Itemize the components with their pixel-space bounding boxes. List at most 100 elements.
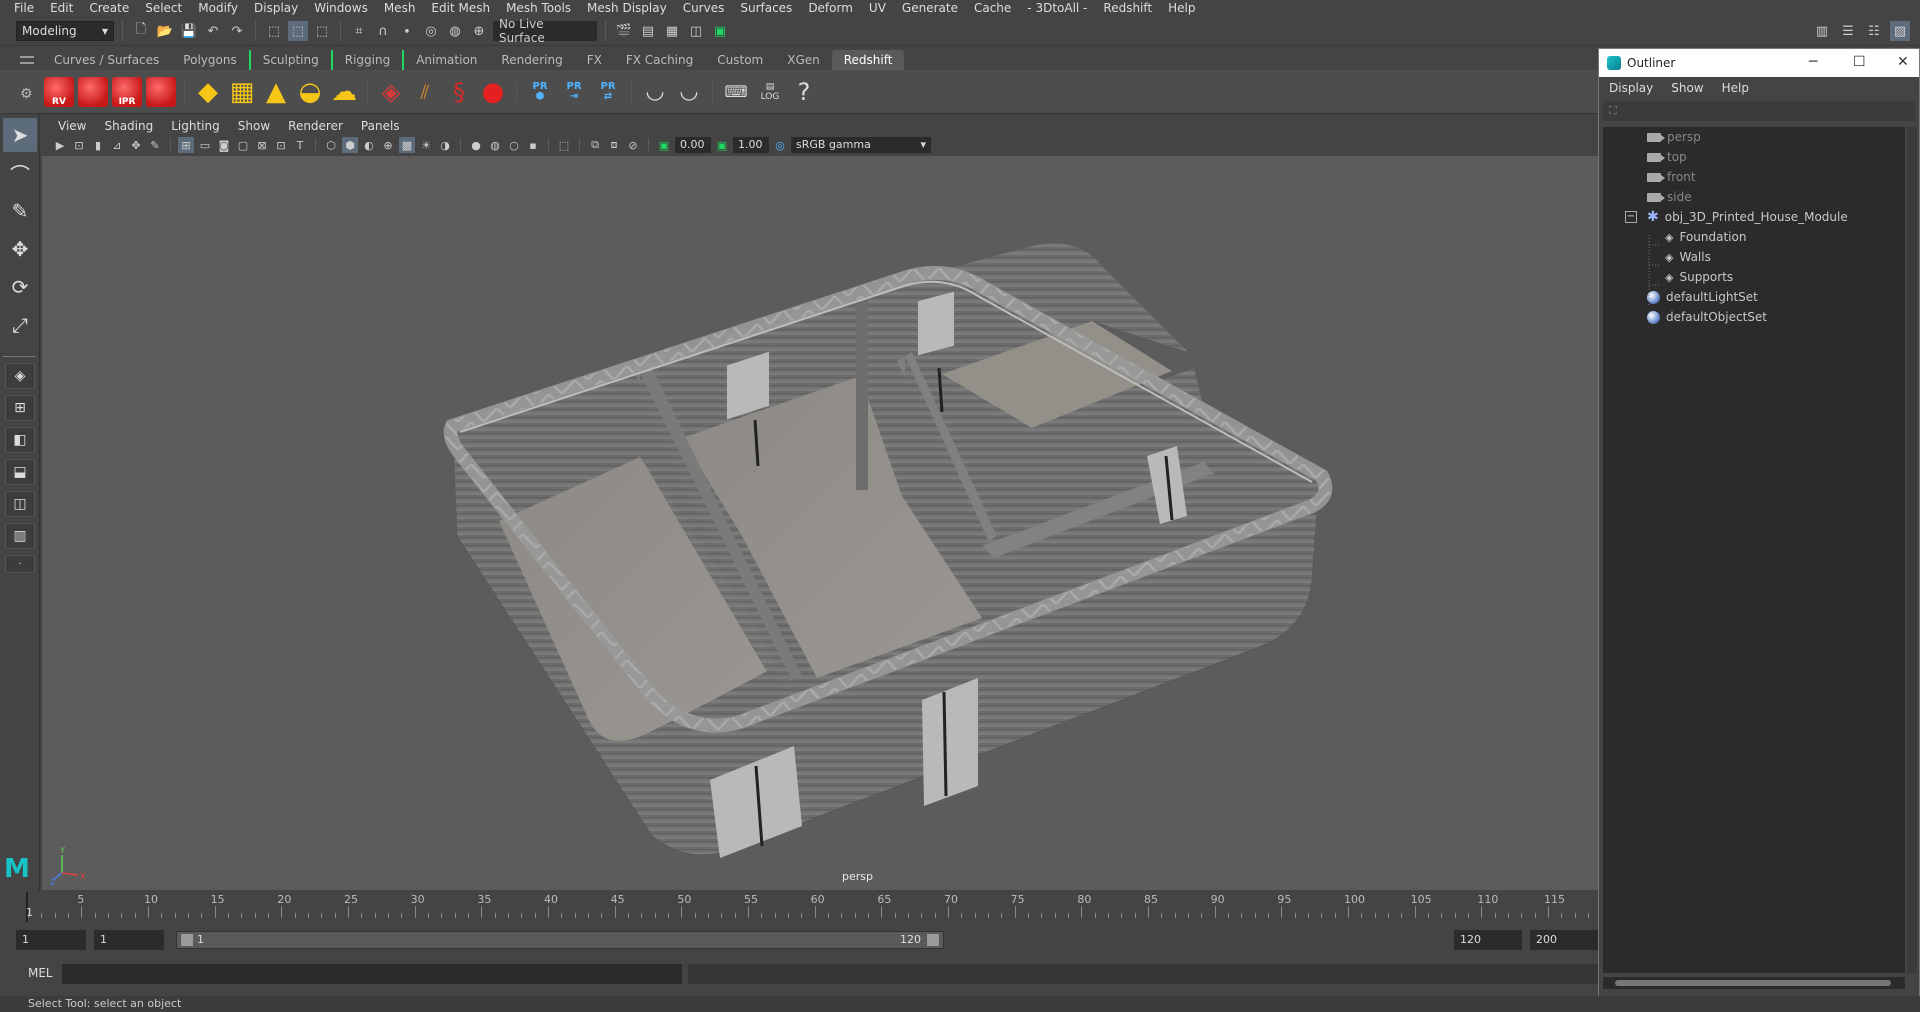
snap-view-icon[interactable]: ◎: [421, 21, 441, 41]
field-chart-icon[interactable]: ⊠: [254, 137, 270, 153]
outliner-item-persp[interactable]: persp: [1603, 127, 1905, 147]
menu-mesh-tools[interactable]: Mesh Tools: [498, 0, 579, 17]
isolate-select-icon[interactable]: ⬚: [556, 137, 572, 153]
viewport-menu-view[interactable]: View: [50, 118, 94, 134]
select-component-icon[interactable]: ⬚: [312, 21, 332, 41]
tool-settings-icon[interactable]: ☷: [1864, 21, 1884, 41]
pr-export-icon[interactable]: PR ⬢: [525, 77, 555, 107]
exposure-field[interactable]: 0.00: [675, 137, 711, 153]
outliner-item-foundation[interactable]: ◈ Foundation: [1603, 227, 1905, 247]
dome-light-icon[interactable]: ◒: [295, 77, 325, 107]
redshift-render-view-icon[interactable]: RV: [44, 76, 74, 107]
viewport-menu-renderer[interactable]: Renderer: [280, 118, 351, 134]
snap-curve-icon[interactable]: ∩: [373, 21, 393, 41]
grease-pencil-icon[interactable]: ✎: [147, 137, 163, 153]
menu-select[interactable]: Select: [137, 0, 190, 17]
hair-icon[interactable]: ⫽: [410, 77, 440, 107]
redo-icon[interactable]: ↷: [227, 21, 247, 41]
persp-outliner-layout-icon[interactable]: ◧: [5, 427, 35, 453]
shadows-icon[interactable]: ◑: [437, 137, 453, 153]
menu-cache[interactable]: Cache: [966, 0, 1019, 17]
wireframe-on-shaded-icon[interactable]: ⊕: [380, 137, 396, 153]
redshift-ipr-icon[interactable]: IPR: [112, 76, 142, 107]
animation-start-field[interactable]: 1: [16, 930, 86, 950]
gamma-field[interactable]: 1.00: [733, 137, 769, 153]
menu-redshift[interactable]: Redshift: [1095, 0, 1160, 17]
persp-graph-layout-icon[interactable]: ⬓: [5, 459, 35, 485]
outliner-item-side[interactable]: side: [1603, 187, 1905, 207]
viewport-panel[interactable]: View Shading Lighting Show Renderer Pane…: [42, 118, 1598, 890]
close-icon[interactable]: ✕: [1897, 54, 1909, 70]
menu-create[interactable]: Create: [81, 0, 137, 17]
custom-layout-icon[interactable]: ·: [5, 555, 35, 573]
menu-curves[interactable]: Curves: [675, 0, 733, 17]
maximize-icon[interactable]: ☐: [1853, 54, 1866, 70]
multisample-aa-icon[interactable]: ○: [506, 137, 522, 153]
four-view-layout-icon[interactable]: ⊞: [5, 395, 35, 421]
collapse-toggle-icon[interactable]: −: [1625, 211, 1637, 223]
command-input[interactable]: [62, 964, 682, 984]
gate-mask-icon[interactable]: ▢: [235, 137, 251, 153]
menu-edit-mesh[interactable]: Edit Mesh: [423, 0, 498, 17]
viewport-menu-shading[interactable]: Shading: [96, 118, 161, 134]
outliner-menu-display[interactable]: Display: [1609, 81, 1653, 95]
outliner-item-top[interactable]: top: [1603, 147, 1905, 167]
use-default-material-icon[interactable]: ◐: [361, 137, 377, 153]
open-scene-icon[interactable]: 📂: [155, 21, 175, 41]
animation-end-field[interactable]: 200: [1530, 930, 1598, 950]
scrollbar-thumb[interactable]: [1615, 980, 1891, 986]
color-management-icon[interactable]: ◎: [772, 137, 788, 153]
redshift-render-icon[interactable]: [78, 76, 108, 107]
safe-action-icon[interactable]: ⊡: [273, 137, 289, 153]
snap-surface-icon[interactable]: ◍: [445, 21, 465, 41]
range-slider-bar[interactable]: 1 120: [176, 931, 944, 949]
two-d-pan-icon[interactable]: ✥: [128, 137, 144, 153]
pr-swap-icon[interactable]: PR ⇄: [593, 77, 623, 107]
outliner-search-field[interactable]: ⛶: [1603, 101, 1915, 121]
resolution-gate-icon[interactable]: ◙: [216, 137, 232, 153]
exposure-toggle-icon[interactable]: ▣: [656, 137, 672, 153]
motion-blur-icon[interactable]: ◍: [487, 137, 503, 153]
tab-polygons[interactable]: Polygons: [171, 50, 248, 70]
sun-sky-icon[interactable]: ☁: [329, 77, 359, 107]
tab-rendering[interactable]: Rendering: [489, 50, 574, 70]
paint-select-icon[interactable]: ✎: [3, 194, 37, 228]
menu-mesh-display[interactable]: Mesh Display: [579, 0, 675, 17]
ies-light-icon[interactable]: ▲: [261, 77, 291, 107]
render-settings-icon[interactable]: ▦: [662, 21, 682, 41]
help-icon[interactable]: ?: [789, 77, 819, 107]
outliner-vertical-scrollbar[interactable]: [1907, 127, 1917, 973]
area-light-icon[interactable]: ◆: [193, 77, 223, 107]
single-perspective-layout-icon[interactable]: ◈: [5, 363, 35, 389]
outliner-titlebar[interactable]: Outliner ─ ☐ ✕: [1599, 49, 1919, 77]
code-editor-icon[interactable]: ⌨: [721, 77, 751, 107]
select-hierarchy-icon[interactable]: ⬚: [264, 21, 284, 41]
ipr-render-icon[interactable]: ▤: [638, 21, 658, 41]
new-scene-icon[interactable]: 🗋: [131, 21, 151, 41]
menu-surfaces[interactable]: Surfaces: [732, 0, 800, 17]
scale-tool-icon[interactable]: ⤢: [3, 308, 37, 342]
portal-light-icon[interactable]: ▦: [227, 77, 257, 107]
gamma-toggle-icon[interactable]: ▣: [714, 137, 730, 153]
minimize-icon[interactable]: ─: [1809, 54, 1817, 70]
outliner-item-default-object-set[interactable]: defaultObjectSet: [1603, 307, 1905, 327]
menu-windows[interactable]: Windows: [306, 0, 376, 17]
attribute-editor-icon[interactable]: ☰: [1838, 21, 1858, 41]
outliner-menu-help[interactable]: Help: [1722, 81, 1749, 95]
xray-active-icon[interactable]: ⧈: [606, 137, 622, 153]
redshift-settings-icon[interactable]: [146, 76, 176, 107]
tab-sculpting[interactable]: Sculpting: [248, 50, 331, 70]
outliner-item-walls[interactable]: ◈ Walls: [1603, 247, 1905, 267]
outliner-layout-icon[interactable]: ▥: [5, 523, 35, 549]
tab-animation[interactable]: Animation: [402, 50, 489, 70]
range-end-handle[interactable]: [927, 934, 939, 946]
outliner-horizontal-scrollbar[interactable]: [1603, 977, 1905, 989]
playback-end-field[interactable]: 120: [1454, 930, 1522, 950]
live-surface-field[interactable]: No Live Surface: [493, 17, 597, 45]
render-bowl-icon[interactable]: ◡: [640, 77, 670, 107]
screen-space-ao-icon[interactable]: ●: [468, 137, 484, 153]
log-icon[interactable]: ▤ LOG: [755, 77, 785, 107]
shelf-gear-icon[interactable]: ⚙: [20, 86, 33, 102]
snap-pivot-icon[interactable]: ⊕: [469, 21, 489, 41]
playback-start-field[interactable]: 1: [94, 930, 164, 950]
